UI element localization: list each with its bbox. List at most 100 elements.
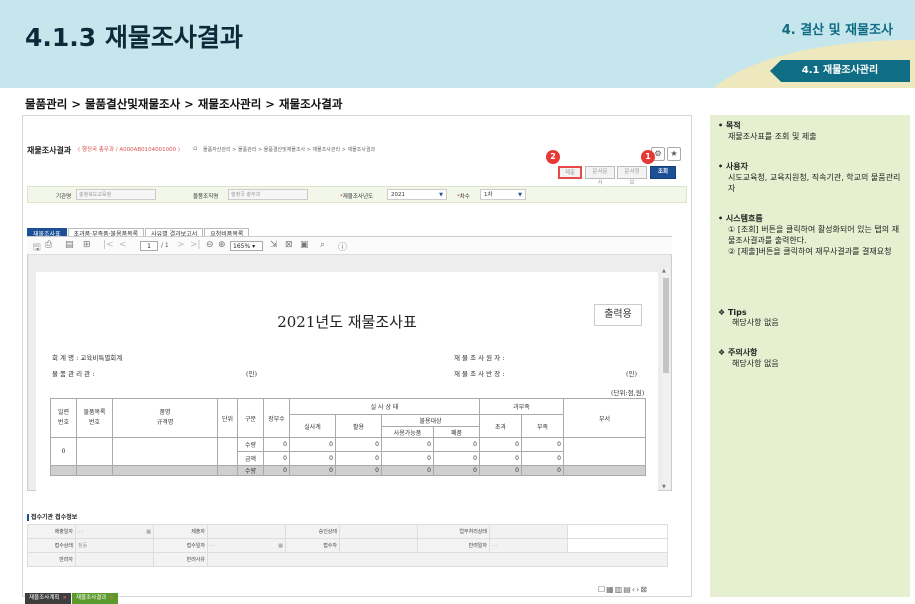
scroll-down-icon[interactable]: ▼ [662, 484, 666, 490]
nav-path: 물품자산관리 > 물품관리 > 물품결산및재물조사 > 재물조사관리 > 재물조… [203, 147, 376, 153]
close-all-icon[interactable]: ⊠ [640, 585, 648, 594]
table-row: 0 수량 0 0 0 0 0 0 0 [50, 437, 646, 466]
split-window-icon[interactable]: ▥ [615, 585, 624, 594]
last-page-icon[interactable]: >| [190, 240, 201, 250]
caution-title: ❖ 주의사항 [718, 348, 758, 357]
tips-title: ❖ Tips [718, 308, 747, 317]
step-badge-2: 2 [546, 150, 560, 164]
view-document-button[interactable]: 문서문서 [585, 166, 615, 186]
window-tab-plan[interactable]: 재물조사계획 × [25, 593, 71, 604]
tree-icon[interactable]: ⊞ [83, 240, 91, 250]
header-name: 품명 규격명 [112, 398, 218, 438]
submit-button[interactable]: 제출 [558, 166, 582, 179]
flow-title: • 시스템흐름 [718, 214, 763, 223]
window-tab-result[interactable]: 재물조사결과 × [71, 593, 118, 604]
manager-seal: (인) [246, 370, 258, 378]
submit-date-field[interactable]: - - ▦ [75, 524, 154, 539]
receipt-date-field[interactable]: - - ▦ [207, 538, 286, 553]
output-stamp: 출력용 [594, 304, 642, 326]
next-page-icon[interactable]: > [177, 240, 185, 250]
close-icon[interactable]: × [109, 595, 114, 601]
manager-label: 물 품 관 리 관 : [52, 370, 95, 378]
window-title: 재물조사결과 [27, 146, 72, 155]
header-unit: 단위 [217, 398, 238, 438]
org-field[interactable]: 충청북도교육청 [76, 189, 156, 200]
receiver-field[interactable] [339, 538, 418, 553]
process-status-field[interactable] [489, 524, 568, 539]
return-date-field[interactable]: - - [489, 538, 568, 553]
window-controls: ☐▦▥▤‹›⊠ [598, 585, 648, 594]
tips-block: ❖ Tips 해당사항 없음 [718, 308, 779, 328]
header-disposal: 불용대상 [381, 414, 480, 427]
page-title: 4.1.3 재물조사결과 [25, 23, 243, 52]
export-icon[interactable]: ▤ [65, 240, 74, 250]
header-actual: 실사계 [289, 414, 336, 438]
inventory-table: 일련 번호 물품목록 번호 품명 규격명 단위 구분 장부수 실 사 상 태 과… [50, 398, 646, 476]
open-window-tabs: 재물조사계획 × 재물조사결과 × [25, 584, 119, 604]
header-overshort: 과부족 [479, 398, 564, 415]
supervisor-seal: (인) [626, 370, 638, 378]
caution-text: 해당사항 없음 [732, 359, 779, 368]
home-icon[interactable]: ⌂ [193, 144, 197, 152]
info-icon[interactable]: ⓘ [338, 240, 347, 253]
header-kind: 구분 [237, 398, 264, 438]
close-icon[interactable]: × [62, 595, 67, 601]
single-page-icon[interactable]: ▣ [300, 240, 309, 250]
header-book: 장부수 [263, 398, 290, 438]
step-badge-1: 1 [641, 150, 655, 164]
user-text: 시도교육청, 교육지원청, 직속기관, 학교의 물품관리자 [728, 173, 901, 193]
view-info-button[interactable]: 문서정보 [617, 166, 647, 186]
breadcrumb: 물품관리 > 물품결산및재물조사 > 재물조사관리 > 재물조사결과 [25, 97, 343, 111]
dept-field[interactable]: 행정국 총무과 [228, 189, 308, 200]
submitter-field[interactable] [207, 524, 286, 539]
round-label: *차수 [457, 194, 470, 200]
calendar-icon[interactable]: ▦ [146, 529, 151, 535]
calendar-icon[interactable]: ▦ [278, 543, 283, 549]
search-icon[interactable]: ⌕ [320, 240, 325, 250]
user-block: • 사용자 시도교육청, 교육지원청, 직속기관, 학교의 물품관리자 [718, 161, 906, 194]
flow-step-2: ② [제출]버튼을 클릭하여 재무사결과를 결재요청 [728, 247, 892, 256]
scrollbar-thumb[interactable] [663, 278, 669, 373]
prev-page-icon[interactable]: < [119, 240, 127, 250]
receipt-status-field[interactable]: 정동 [75, 538, 154, 553]
section-title: 4. 결산 및 재물조사 [781, 23, 893, 38]
unit-note: (단위:점,원) [611, 389, 645, 397]
print-icon[interactable]: ⎙ [45, 240, 52, 250]
supervisor-label: 재 물 조 사 반 장 : [454, 370, 505, 378]
flow-step-1: ① [조회] 버튼을 클릭하여 활성화되어 있는 탭의 재물조사결과를 출력한다… [728, 225, 900, 245]
stack-window-icon[interactable]: ▤ [623, 585, 632, 594]
user-title: • 사용자 [718, 162, 748, 171]
round-select[interactable]: 1차 ▼ [480, 189, 526, 200]
favorite-icon[interactable]: ★ [667, 147, 681, 161]
header-waste: 폐품 [433, 426, 480, 438]
first-page-icon[interactable]: |< [103, 240, 114, 250]
grid-window-icon[interactable]: ▦ [606, 585, 615, 594]
zoom-out-icon[interactable]: ⊖ [206, 240, 214, 250]
scroll-up-icon[interactable]: ▲ [662, 268, 666, 274]
fit-page-icon[interactable]: ⊠ [285, 240, 293, 250]
year-select[interactable]: 2021 ▼ [387, 189, 447, 200]
fit-width-icon[interactable]: ⇲ [270, 240, 278, 250]
dept-label: 물품조직명 [193, 194, 219, 200]
save-icon[interactable]: 🖫 [33, 240, 41, 256]
purpose-title: • 목적 [718, 121, 741, 130]
zoom-select[interactable]: 165% ▾ [230, 241, 263, 251]
tile-window-icon[interactable]: ☐ [598, 585, 606, 594]
zoom-in-icon[interactable]: ⊕ [218, 240, 226, 250]
header-short: 부족 [521, 414, 564, 438]
return-reason-field[interactable] [207, 552, 668, 567]
approval-status-field[interactable] [339, 524, 418, 539]
caution-block: ❖ 주의사항 해당사항 없음 [718, 347, 779, 369]
returner-field[interactable] [75, 552, 154, 567]
page-total: / 1 [161, 242, 169, 249]
flow-block: • 시스템흐름 ① [조회] 버튼을 클릭하여 활성화되어 있는 탭의 재물조사… [718, 213, 906, 257]
report-page: 2021년도 재물조사표 출력용 회 계 명 : 교육비특별회계 물 품 관 리… [36, 272, 658, 491]
org-label: 기관명 [56, 194, 72, 200]
header-serial: 일련 번호 [50, 398, 77, 438]
user-info: ( 행정국 총무과 / A000AB0104001000 ) [78, 147, 181, 153]
chevron-down-icon: ▼ [518, 192, 522, 198]
header-remark: 부서 [563, 398, 646, 438]
purpose-block: • 목적 재물조사표를 조회 및 제출 [718, 120, 817, 142]
page-number-input[interactable]: 1 [140, 241, 158, 251]
search-button[interactable]: 조회 [650, 166, 676, 179]
